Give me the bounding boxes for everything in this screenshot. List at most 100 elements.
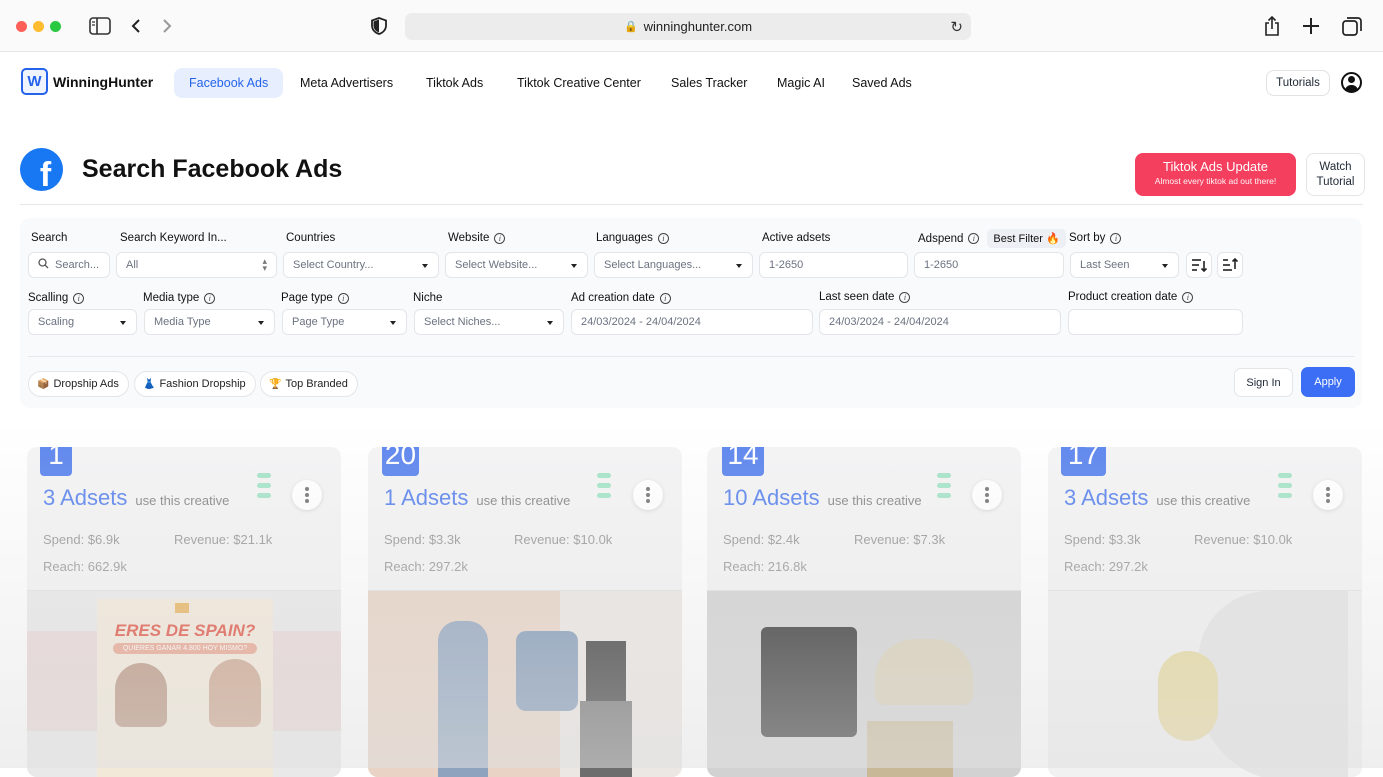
info-icon[interactable]: i <box>899 291 911 303</box>
ad-card[interactable]: 1 3 Adsets use this creative Spend: $6.9k… <box>27 447 341 777</box>
adsets-suffix: use this creative <box>827 493 922 508</box>
nav-facebook-ads[interactable]: Facebook Ads <box>174 68 284 98</box>
info-icon[interactable]: i <box>494 232 506 244</box>
info-icon[interactable]: i <box>1182 291 1194 303</box>
scaling-value: Scaling <box>38 316 75 328</box>
reach-stat: Reach: 216.8k <box>723 559 807 574</box>
nav-sales-tracker[interactable]: Sales Tracker <box>656 68 762 98</box>
scaling-bars-icon <box>937 473 951 503</box>
nav-tiktok-creative-center[interactable]: Tiktok Creative Center <box>502 68 656 98</box>
niche-label: Niche <box>413 292 443 304</box>
languages-select[interactable]: Select Languages... <box>594 252 753 278</box>
search-keyword-select[interactable]: All ▴ ▾ <box>116 252 277 278</box>
tiktok-ads-update-button[interactable]: Tiktok Ads Update Almost every tiktok ad… <box>1135 153 1296 196</box>
product-creation-date-input[interactable] <box>1068 309 1243 335</box>
spend-stat: Spend: $3.3k <box>1064 532 1141 547</box>
page-type-select[interactable]: Page Type <box>282 309 407 335</box>
website-value: Select Website... <box>455 259 538 271</box>
info-icon[interactable]: i <box>657 232 669 244</box>
ad-creation-date-input[interactable]: 24/03/2024 - 24/04/2024 <box>571 309 813 335</box>
caret-down-icon <box>258 321 264 325</box>
sort-by-select[interactable]: Last Seen <box>1070 252 1179 278</box>
active-adsets-input[interactable]: 1-2650 <box>759 252 908 278</box>
reload-icon[interactable]: ↻ <box>950 18 963 36</box>
ad-creative-image[interactable]: ERES DE SPAIN? QUIERES GANAR 4.800 HOY M… <box>27 591 341 777</box>
sign-in-button[interactable]: Sign In <box>1234 368 1293 397</box>
chip-dropship-ads[interactable]: 📦 Dropship Ads <box>28 371 129 397</box>
ad-card[interactable]: 17 3 Adsets use this creative Spend: $3.3… <box>1048 447 1362 777</box>
chip-fashion-dropship[interactable]: 👗 Fashion Dropship <box>134 371 256 397</box>
website-select[interactable]: Select Website... <box>445 252 588 278</box>
spend-stat: Spend: $6.9k <box>43 532 120 547</box>
chip-label: Top Branded <box>285 378 348 390</box>
ad-creative-image[interactable] <box>1048 591 1362 777</box>
chip-top-branded[interactable]: 🏆 Top Branded <box>260 371 358 397</box>
sort-descending-button[interactable] <box>1186 252 1212 278</box>
countries-select[interactable]: Select Country... <box>283 252 439 278</box>
page-title: Search Facebook Ads <box>82 155 343 183</box>
maximize-window-button[interactable] <box>50 21 61 32</box>
info-icon[interactable]: i <box>337 292 349 304</box>
more-options-icon[interactable] <box>972 480 1002 510</box>
spend-stat: Spend: $2.4k <box>723 532 800 547</box>
page-type-label: Page type i <box>281 292 349 304</box>
active-adsets-label: Active adsets <box>762 232 831 244</box>
tab-overview-icon[interactable] <box>1340 14 1364 38</box>
logo-text: WinningHunter <box>53 73 154 90</box>
more-options-icon[interactable] <box>292 480 322 510</box>
caret-down-icon <box>1162 264 1168 268</box>
tutorials-button[interactable]: Tutorials <box>1266 70 1330 96</box>
website-label: Website i <box>448 232 506 244</box>
nav-meta-advertisers[interactable]: Meta Advertisers <box>285 68 408 98</box>
adsets-suffix: use this creative <box>1156 493 1251 508</box>
rank-badge: 17 <box>1061 447 1106 476</box>
niche-select[interactable]: Select Niches... <box>414 309 564 335</box>
sort-by-value: Last Seen <box>1080 259 1130 271</box>
back-arrow-icon[interactable] <box>124 14 148 38</box>
info-icon[interactable]: i <box>659 292 671 304</box>
sort-ascending-button[interactable] <box>1217 252 1243 278</box>
more-options-icon[interactable] <box>1313 480 1343 510</box>
more-options-icon[interactable] <box>633 480 663 510</box>
adspend-input[interactable]: 1-2650 <box>914 252 1064 278</box>
minimize-window-button[interactable] <box>33 21 44 32</box>
forward-arrow-icon[interactable] <box>155 14 179 38</box>
creative-subcaption: QUIERES GANAR 4.800 HOY MISMO? <box>113 643 257 654</box>
nav-magic-ai[interactable]: Magic AI <box>762 68 840 98</box>
tiktok-button-title: Tiktok Ads Update <box>1162 159 1268 174</box>
new-tab-plus-icon[interactable] <box>1299 14 1323 38</box>
profile-avatar-icon[interactable] <box>1341 72 1362 93</box>
sort-descending-icon <box>1192 259 1207 272</box>
ad-card[interactable]: 20 1 Adsets use this creative Spend: $3.3… <box>368 447 682 777</box>
ad-card[interactable]: 14 10 Adsets use this creative Spend: $2.… <box>707 447 1021 777</box>
rank-badge: 20 <box>382 447 419 476</box>
info-icon[interactable]: i <box>73 292 85 304</box>
ad-creation-date-label: Ad creation date i <box>571 292 671 304</box>
scaling-select[interactable]: Scaling <box>28 309 137 335</box>
info-icon[interactable]: i <box>1110 232 1122 244</box>
nav-tiktok-ads[interactable]: Tiktok Ads <box>411 68 498 98</box>
shield-icon[interactable] <box>367 14 391 38</box>
last-seen-date-input[interactable]: 24/03/2024 - 24/04/2024 <box>819 309 1061 335</box>
nav-saved-ads[interactable]: Saved Ads <box>837 68 927 98</box>
close-window-button[interactable] <box>16 21 27 32</box>
media-type-select[interactable]: Media Type <box>144 309 275 335</box>
sidebar-toggle-icon[interactable] <box>88 14 112 38</box>
search-input[interactable]: Search... <box>28 252 110 278</box>
ad-creative-image[interactable] <box>707 591 1021 777</box>
ad-creative-image[interactable] <box>368 591 682 777</box>
last-seen-date-value: 24/03/2024 - 24/04/2024 <box>829 316 949 328</box>
best-filter-badge: Best Filter 🔥 <box>987 229 1066 248</box>
info-icon[interactable]: i <box>204 292 216 304</box>
logo[interactable]: W WinningHunter <box>21 68 153 95</box>
filter-divider <box>28 356 1354 357</box>
apply-button[interactable]: Apply <box>1301 367 1355 397</box>
niche-value: Select Niches... <box>424 316 501 328</box>
share-icon[interactable] <box>1260 14 1284 38</box>
updown-chevron-icon: ▴ ▾ <box>262 256 267 273</box>
watch-tutorial-button[interactable]: Watch Tutorial <box>1306 153 1365 196</box>
info-icon[interactable]: i <box>968 233 980 244</box>
adsets-count: 10 Adsets use this creative <box>723 485 922 511</box>
search-label: Search <box>31 232 68 244</box>
address-bar[interactable]: 🔒 winninghunter.com ↻ <box>405 13 971 40</box>
